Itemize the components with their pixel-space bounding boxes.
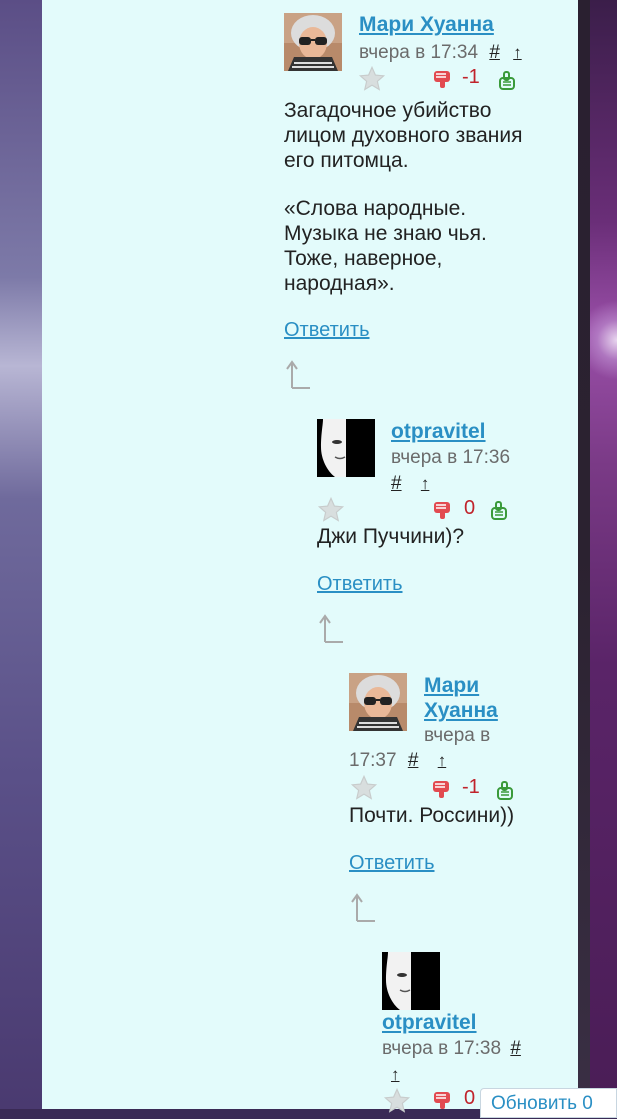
permalink-link[interactable]: # xyxy=(510,1038,521,1059)
author-link[interactable]: otpravitel xyxy=(382,1010,477,1035)
refresh-button[interactable]: Обновить 0 xyxy=(480,1088,617,1118)
parent-link-icon[interactable]: ↑ xyxy=(391,1065,400,1084)
star-icon[interactable] xyxy=(383,1087,411,1115)
avatar[interactable] xyxy=(382,952,440,1010)
comment-meta: вчера в 17:38 # xyxy=(382,1036,521,1061)
comments-panel: Мари Хуанна вчера в 17:34 # ↑ -1 Загадоч… xyxy=(42,0,578,1113)
thumbs-down-icon[interactable] xyxy=(432,1089,454,1111)
avatar-half-face-image xyxy=(382,952,440,1010)
comment-time: вчера в 17:38 xyxy=(382,1038,502,1059)
comment-links: ↑ xyxy=(391,1062,400,1087)
comment-score: 0 xyxy=(464,1087,476,1109)
scroll-strip xyxy=(578,0,590,1109)
comment: otpravitel вчера в 17:38 # ↑ 0 xyxy=(42,0,578,1113)
background-left xyxy=(0,0,42,1109)
